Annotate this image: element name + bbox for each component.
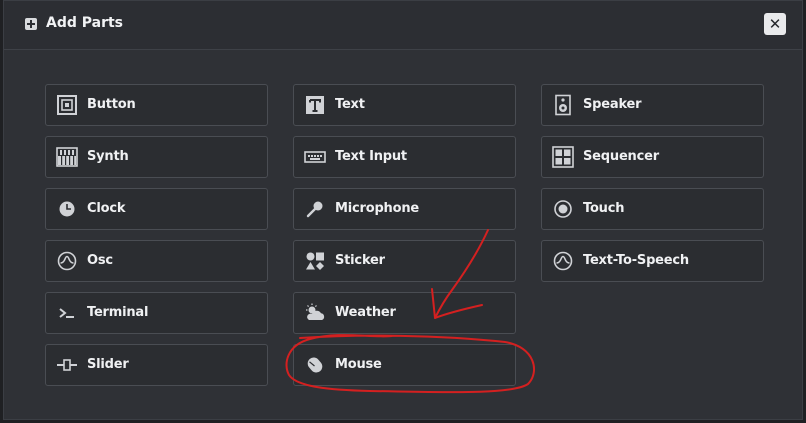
button-icon — [56, 94, 78, 116]
part-clock[interactable]: Clock — [45, 188, 268, 230]
part-sticker[interactable]: Sticker — [293, 240, 516, 282]
close-button[interactable]: ✕ — [764, 13, 786, 35]
part-synth[interactable]: Synth — [45, 136, 268, 178]
part-osc[interactable]: Osc — [45, 240, 268, 282]
terminal-icon — [56, 302, 78, 324]
sticker-icon — [304, 250, 326, 272]
synth-icon — [56, 146, 78, 168]
part-label: Weather — [335, 305, 396, 320]
part-label: Mouse — [335, 357, 382, 372]
weather-icon — [304, 302, 326, 324]
mouse-icon — [304, 354, 326, 376]
part-label: Button — [87, 97, 136, 112]
microphone-icon — [304, 198, 326, 220]
dialog-header: Add Parts ✕ — [4, 1, 802, 50]
text-icon — [304, 94, 326, 116]
part-label: Osc — [87, 253, 113, 268]
touch-icon — [552, 198, 574, 220]
add-parts-dialog: Add Parts ✕ Button Synth Clock Osc Termi… — [3, 0, 803, 420]
osc-icon — [56, 250, 78, 272]
part-button[interactable]: Button — [45, 84, 268, 126]
part-label: Text-To-Speech — [583, 253, 689, 268]
part-terminal[interactable]: Terminal — [45, 292, 268, 334]
part-slider[interactable]: Slider — [45, 344, 268, 386]
part-label: Microphone — [335, 201, 420, 216]
part-text-input[interactable]: Text Input — [293, 136, 516, 178]
part-label: Terminal — [87, 305, 149, 320]
speaker-icon — [552, 94, 574, 116]
sequencer-icon — [552, 146, 574, 168]
part-mouse[interactable]: Mouse — [293, 344, 516, 386]
part-label: Slider — [87, 357, 129, 372]
part-label: Text — [335, 97, 365, 112]
dialog-title: Add Parts — [46, 15, 124, 31]
part-label: Touch — [583, 201, 625, 216]
add-icon — [25, 18, 37, 30]
text-input-icon — [304, 146, 326, 168]
part-label: Sequencer — [583, 149, 659, 164]
part-label: Synth — [87, 149, 129, 164]
part-touch[interactable]: Touch — [541, 188, 764, 230]
slider-icon — [56, 354, 78, 376]
part-weather[interactable]: Weather — [293, 292, 516, 334]
part-text[interactable]: Text — [293, 84, 516, 126]
part-speaker[interactable]: Speaker — [541, 84, 764, 126]
part-label: Sticker — [335, 253, 385, 268]
clock-icon — [56, 198, 78, 220]
part-text-to-speech[interactable]: Text-To-Speech — [541, 240, 764, 282]
part-sequencer[interactable]: Sequencer — [541, 136, 764, 178]
part-label: Text Input — [335, 149, 407, 164]
text-to-speech-icon — [552, 250, 574, 272]
part-microphone[interactable]: Microphone — [293, 188, 516, 230]
part-label: Clock — [87, 201, 126, 216]
part-label: Speaker — [583, 97, 642, 112]
